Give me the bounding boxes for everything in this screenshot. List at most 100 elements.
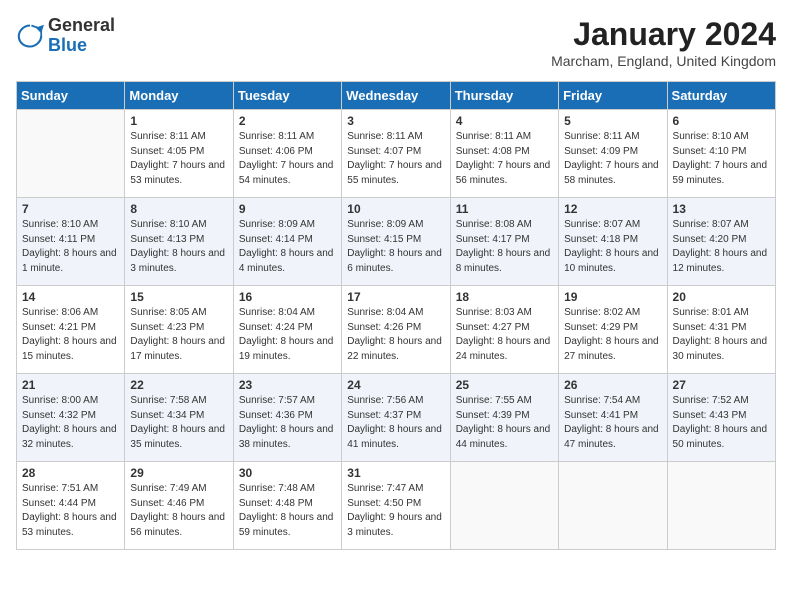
calendar-cell: 20Sunrise: 8:01 AMSunset: 4:31 PMDayligh…: [667, 286, 775, 374]
cell-info: Sunrise: 7:52 AMSunset: 4:43 PMDaylight:…: [673, 394, 770, 452]
calendar-cell: 6 Sunrise: 8:10 AMSunset: 4:10 PMDaylight…: [667, 110, 775, 198]
calendar-cell: 5 Sunrise: 8:11 AMSunset: 4:09 PMDaylight…: [559, 110, 667, 198]
calendar-cell: 13 Sunrise: 8:07 AMSunset: 4:20 PMDayligh…: [667, 198, 775, 286]
cell-info: Sunrise: 8:11 AMSunset: 4:09 PMDaylight:…: [564, 130, 661, 188]
day-number: 14: [22, 290, 119, 304]
column-header-wednesday: Wednesday: [342, 82, 450, 110]
day-number: 18: [456, 290, 553, 304]
calendar-cell: 30Sunrise: 7:48 AMSunset: 4:48 PMDayligh…: [233, 462, 341, 550]
calendar-cell: 8 Sunrise: 8:10 AMSunset: 4:13 PMDaylight…: [125, 198, 233, 286]
cell-info: Sunrise: 8:03 AMSunset: 4:27 PMDaylight:…: [456, 306, 553, 364]
calendar-cell: 31 Sunrise: 7:47 AMSunset: 4:50 PMDayligh…: [342, 462, 450, 550]
day-number: 16: [239, 290, 336, 304]
calendar-cell: 22Sunrise: 7:58 AMSunset: 4:34 PMDayligh…: [125, 374, 233, 462]
calendar-cell: 23 Sunrise: 7:57 AMSunset: 4:36 PMDayligh…: [233, 374, 341, 462]
calendar-cell: 4Sunrise: 8:11 AMSunset: 4:08 PMDaylight…: [450, 110, 558, 198]
cell-info: Sunrise: 8:06 AMSunset: 4:21 PMDaylight:…: [22, 306, 119, 364]
cell-info: Sunrise: 8:11 AMSunset: 4:07 PMDaylight:…: [347, 130, 444, 188]
day-number: 2: [239, 114, 336, 128]
calendar-row-4: 21Sunrise: 8:00 AMSunset: 4:32 PMDayligh…: [17, 374, 776, 462]
cell-info: Sunrise: 7:57 AMSunset: 4:36 PMDaylight:…: [239, 394, 336, 452]
calendar-cell: [667, 462, 775, 550]
day-number: 15: [130, 290, 227, 304]
calendar-cell: 9 Sunrise: 8:09 AMSunset: 4:14 PMDaylight…: [233, 198, 341, 286]
cell-info: Sunrise: 7:49 AMSunset: 4:46 PMDaylight:…: [130, 482, 227, 540]
cell-info: Sunrise: 8:04 AMSunset: 4:24 PMDaylight:…: [239, 306, 336, 364]
header-area: General Blue January 2024 Marcham, Engla…: [16, 16, 776, 69]
day-number: 1: [130, 114, 227, 128]
day-number: 3: [347, 114, 444, 128]
calendar-cell: [17, 110, 125, 198]
column-header-tuesday: Tuesday: [233, 82, 341, 110]
logo-icon: [16, 22, 44, 50]
calendar-cell: 10Sunrise: 8:09 AMSunset: 4:15 PMDayligh…: [342, 198, 450, 286]
cell-info: Sunrise: 8:07 AMSunset: 4:20 PMDaylight:…: [673, 218, 770, 276]
day-number: 4: [456, 114, 553, 128]
day-number: 5: [564, 114, 661, 128]
day-number: 31: [347, 466, 444, 480]
day-number: 26: [564, 378, 661, 392]
calendar-cell: 19 Sunrise: 8:02 AMSunset: 4:29 PMDayligh…: [559, 286, 667, 374]
month-title: January 2024: [551, 16, 776, 53]
cell-info: Sunrise: 7:48 AMSunset: 4:48 PMDaylight:…: [239, 482, 336, 540]
day-number: 6: [673, 114, 770, 128]
cell-info: Sunrise: 8:10 AMSunset: 4:11 PMDaylight:…: [22, 218, 119, 276]
calendar-cell: 29 Sunrise: 7:49 AMSunset: 4:46 PMDayligh…: [125, 462, 233, 550]
cell-info: Sunrise: 8:00 AMSunset: 4:32 PMDaylight:…: [22, 394, 119, 452]
day-number: 25: [456, 378, 553, 392]
day-number: 9: [239, 202, 336, 216]
title-area: January 2024 Marcham, England, United Ki…: [551, 16, 776, 69]
cell-info: Sunrise: 8:08 AMSunset: 4:17 PMDaylight:…: [456, 218, 553, 276]
logo-text: General Blue: [48, 16, 115, 56]
day-number: 7: [22, 202, 119, 216]
calendar-cell: [559, 462, 667, 550]
calendar-cell: 7 Sunrise: 8:10 AMSunset: 4:11 PMDaylight…: [17, 198, 125, 286]
column-header-sunday: Sunday: [17, 82, 125, 110]
calendar-cell: 28 Sunrise: 7:51 AMSunset: 4:44 PMDayligh…: [17, 462, 125, 550]
cell-info: Sunrise: 7:51 AMSunset: 4:44 PMDaylight:…: [22, 482, 119, 540]
calendar-cell: 12Sunrise: 8:07 AMSunset: 4:18 PMDayligh…: [559, 198, 667, 286]
calendar-cell: 11Sunrise: 8:08 AMSunset: 4:17 PMDayligh…: [450, 198, 558, 286]
cell-info: Sunrise: 7:58 AMSunset: 4:34 PMDaylight:…: [130, 394, 227, 452]
calendar-row-1: 1 Sunrise: 8:11 AMSunset: 4:05 PMDaylight…: [17, 110, 776, 198]
calendar-row-3: 14 Sunrise: 8:06 AMSunset: 4:21 PMDayligh…: [17, 286, 776, 374]
day-number: 23: [239, 378, 336, 392]
day-number: 29: [130, 466, 227, 480]
calendar-cell: 3 Sunrise: 8:11 AMSunset: 4:07 PMDaylight…: [342, 110, 450, 198]
cell-info: Sunrise: 8:07 AMSunset: 4:18 PMDaylight:…: [564, 218, 661, 276]
cell-info: Sunrise: 8:11 AMSunset: 4:06 PMDaylight:…: [239, 130, 336, 188]
calendar-cell: 18 Sunrise: 8:03 AMSunset: 4:27 PMDayligh…: [450, 286, 558, 374]
cell-info: Sunrise: 8:10 AMSunset: 4:10 PMDaylight:…: [673, 130, 770, 188]
calendar-cell: 17Sunrise: 8:04 AMSunset: 4:26 PMDayligh…: [342, 286, 450, 374]
location: Marcham, England, United Kingdom: [551, 53, 776, 69]
day-number: 13: [673, 202, 770, 216]
day-number: 24: [347, 378, 444, 392]
cell-info: Sunrise: 8:09 AMSunset: 4:14 PMDaylight:…: [239, 218, 336, 276]
day-number: 20: [673, 290, 770, 304]
calendar-cell: 27 Sunrise: 7:52 AMSunset: 4:43 PMDayligh…: [667, 374, 775, 462]
column-header-thursday: Thursday: [450, 82, 558, 110]
cell-info: Sunrise: 7:55 AMSunset: 4:39 PMDaylight:…: [456, 394, 553, 452]
cell-info: Sunrise: 7:56 AMSunset: 4:37 PMDaylight:…: [347, 394, 444, 452]
cell-info: Sunrise: 7:54 AMSunset: 4:41 PMDaylight:…: [564, 394, 661, 452]
day-number: 28: [22, 466, 119, 480]
column-header-monday: Monday: [125, 82, 233, 110]
column-header-saturday: Saturday: [667, 82, 775, 110]
day-number: 10: [347, 202, 444, 216]
column-header-friday: Friday: [559, 82, 667, 110]
cell-info: Sunrise: 8:05 AMSunset: 4:23 PMDaylight:…: [130, 306, 227, 364]
day-number: 8: [130, 202, 227, 216]
calendar-cell: 1 Sunrise: 8:11 AMSunset: 4:05 PMDaylight…: [125, 110, 233, 198]
cell-info: Sunrise: 8:11 AMSunset: 4:05 PMDaylight:…: [130, 130, 227, 188]
calendar-cell: 26 Sunrise: 7:54 AMSunset: 4:41 PMDayligh…: [559, 374, 667, 462]
logo: General Blue: [16, 16, 115, 56]
calendar-cell: 24 Sunrise: 7:56 AMSunset: 4:37 PMDayligh…: [342, 374, 450, 462]
cell-info: Sunrise: 8:02 AMSunset: 4:29 PMDaylight:…: [564, 306, 661, 364]
day-number: 19: [564, 290, 661, 304]
day-number: 27: [673, 378, 770, 392]
calendar-cell: 25 Sunrise: 7:55 AMSunset: 4:39 PMDayligh…: [450, 374, 558, 462]
calendar-cell: 15 Sunrise: 8:05 AMSunset: 4:23 PMDayligh…: [125, 286, 233, 374]
cell-info: Sunrise: 7:47 AMSunset: 4:50 PMDaylight:…: [347, 482, 444, 540]
cell-info: Sunrise: 8:10 AMSunset: 4:13 PMDaylight:…: [130, 218, 227, 276]
calendar-cell: 2 Sunrise: 8:11 AMSunset: 4:06 PMDaylight…: [233, 110, 341, 198]
